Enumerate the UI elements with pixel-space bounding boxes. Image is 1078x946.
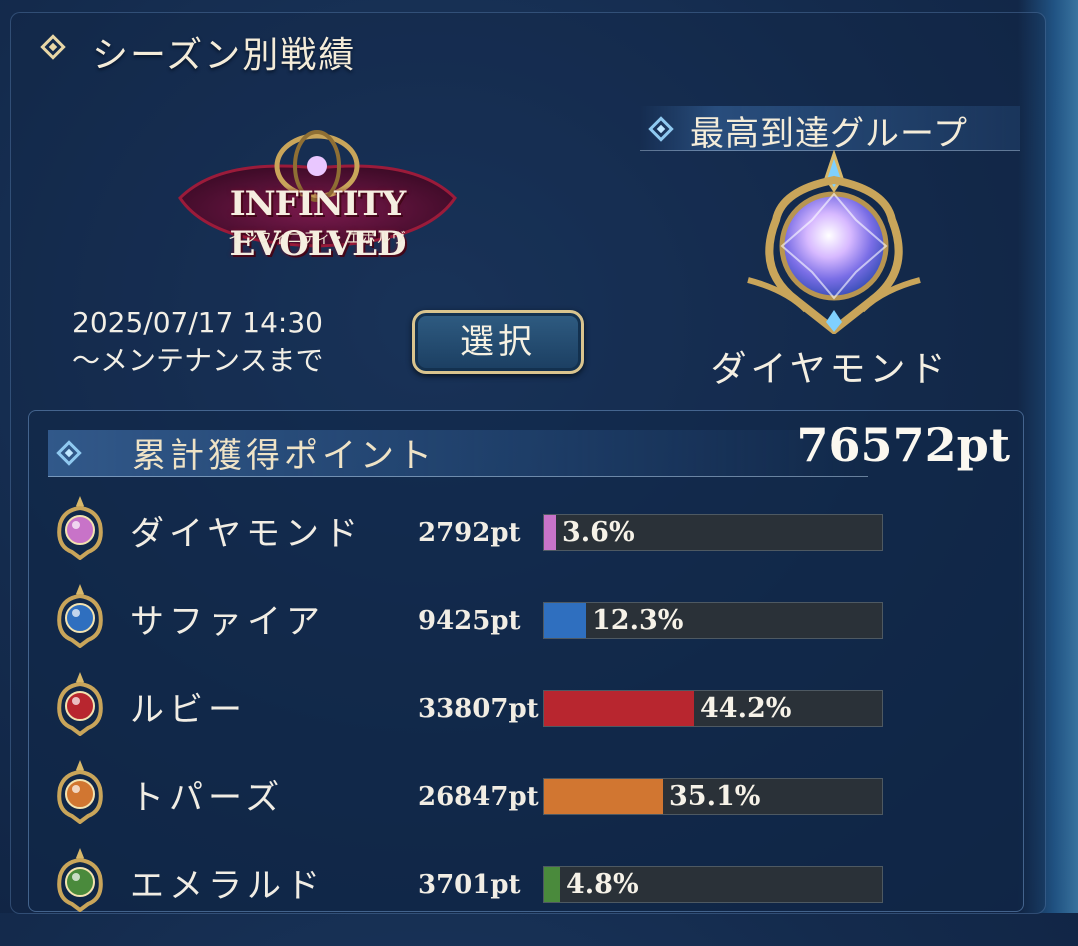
- percent-bar-track: 12.3%: [543, 602, 883, 639]
- diamond-gem-icon: [50, 494, 110, 561]
- top-group-name: ダイヤモンド: [710, 349, 950, 390]
- select-button[interactable]: 選択: [412, 310, 584, 374]
- diamond-badge-icon: [746, 149, 922, 336]
- date-line-1: 2025/07/17 14:30: [72, 306, 323, 339]
- rank-points: 9425pt: [418, 606, 521, 636]
- points-label: 累計獲得ポイント: [132, 436, 436, 476]
- rank-row: エメラルド 3701pt 4.8%: [0, 848, 1078, 946]
- percent-bar-track: 44.2%: [543, 690, 883, 727]
- rank-row: トパーズ 26847pt 35.1%: [0, 760, 1078, 858]
- top-group-title: 最高到達グループ: [690, 114, 968, 154]
- rank-row: ダイヤモンド 2792pt 3.6%: [0, 496, 1078, 594]
- percent-label: 35.1%: [669, 781, 761, 812]
- rank-row: ルビー 33807pt 44.2%: [0, 672, 1078, 770]
- percent-bar-track: 35.1%: [543, 778, 883, 815]
- rank-name: トパーズ: [130, 778, 285, 818]
- percent-label: 44.2%: [700, 693, 792, 724]
- rank-row: サファイア 9425pt 12.3%: [0, 584, 1078, 682]
- rank-points: 26847pt: [418, 782, 539, 812]
- rank-name: ダイヤモンド: [130, 514, 363, 554]
- percent-bar-track: 4.8%: [543, 866, 883, 903]
- rank-points: 33807pt: [418, 694, 539, 724]
- logo-title: INFINITY EVOLVED: [229, 184, 407, 264]
- ruby-gem-icon: [50, 670, 110, 737]
- percent-bar-fill: [544, 691, 694, 726]
- section-title: シーズン別戦績: [92, 35, 357, 76]
- percent-bar-fill: [544, 779, 663, 814]
- percent-label: 4.8%: [566, 869, 639, 900]
- rank-name: ルビー: [130, 690, 247, 730]
- percent-bar-track: 3.6%: [543, 514, 883, 551]
- rank-name: サファイア: [130, 602, 325, 642]
- season-date: 2025/07/17 14:30 ～メンテナンスまで: [72, 304, 323, 380]
- topaz-gem-icon: [50, 758, 110, 825]
- date-line-2: ～メンテナンスまで: [72, 344, 324, 377]
- percent-label: 12.3%: [592, 605, 684, 636]
- sapphire-gem-icon: [50, 582, 110, 649]
- percent-bar-fill: [544, 515, 556, 550]
- logo-subtitle: インフィニティ・エボルヴ: [228, 231, 407, 247]
- season-logo: INFINITY EVOLVED インフィニティ・エボルヴ: [160, 128, 475, 264]
- rank-points: 2792pt: [418, 518, 521, 548]
- rank-points: 3701pt: [418, 870, 521, 900]
- rank-name: エメラルド: [130, 866, 325, 906]
- percent-label: 3.6%: [562, 517, 635, 548]
- percent-bar-fill: [544, 603, 586, 638]
- points-total: 76572pt: [796, 418, 1010, 472]
- emerald-gem-icon: [50, 846, 110, 913]
- percent-bar-fill: [544, 867, 560, 902]
